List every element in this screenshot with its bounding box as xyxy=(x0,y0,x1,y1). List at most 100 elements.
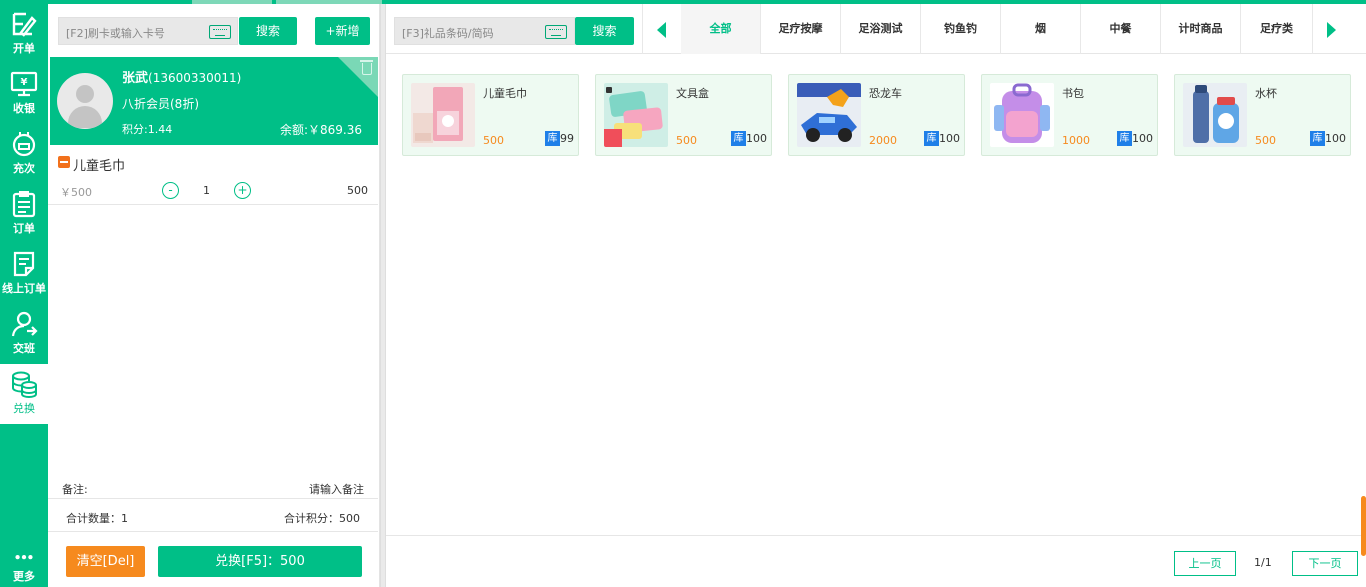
stock-tag: 库 xyxy=(545,131,560,146)
stock-count: 100 xyxy=(1325,132,1346,145)
sidebar-item-label: 充次 xyxy=(13,162,35,175)
product-search-placeholder: [F3]礼品条码/简码 xyxy=(402,27,494,40)
remark-row: 备注: 请输入备注 xyxy=(48,477,378,499)
divider xyxy=(642,4,643,54)
tab-foot-massage[interactable]: 足疗按摩 xyxy=(761,4,841,54)
towel-image xyxy=(411,83,475,147)
product-points: 1000 xyxy=(1062,134,1090,147)
decrease-qty-button[interactable]: - xyxy=(162,182,179,199)
product-name: 文具盒 xyxy=(676,87,709,100)
tab-cigarette[interactable]: 烟 xyxy=(1001,4,1081,54)
sidebar-item-label: 线上订单 xyxy=(2,282,46,295)
product-name: 恐龙车 xyxy=(869,87,902,100)
edit-icon xyxy=(12,12,37,37)
online-order-icon xyxy=(13,251,35,277)
total-qty: 合计数量：1 xyxy=(66,512,128,525)
product-search-input[interactable]: [F3]礼品条码/简码 xyxy=(394,17,575,45)
order-icon xyxy=(12,191,36,218)
card-corner xyxy=(338,57,378,97)
member-name: 张武 xyxy=(122,71,149,86)
backpack-image xyxy=(990,83,1054,147)
recharge-icon xyxy=(12,132,36,157)
sidebar-item-label: 交班 xyxy=(13,342,35,355)
sidebar-item-more[interactable]: 更多 xyxy=(0,544,48,587)
stock-badge: 库 100 xyxy=(731,131,767,147)
cart-item-qty[interactable]: 1 xyxy=(203,184,210,197)
member-card: 张武(13600330011) 八折会员(8折) 积分:1.44 余额:￥869… xyxy=(50,57,378,145)
add-member-button[interactable]: +新增 xyxy=(315,17,370,45)
shift-icon xyxy=(11,311,38,337)
product-points: 500 xyxy=(676,134,697,147)
product-name: 书包 xyxy=(1062,87,1084,100)
increase-qty-button[interactable]: + xyxy=(234,182,251,199)
cart-item-subtotal: 500 xyxy=(347,184,368,197)
stock-badge: 库 100 xyxy=(1117,131,1153,147)
tabs-next-arrow-icon[interactable] xyxy=(1327,22,1336,38)
cart-item: 儿童毛巾 ￥500 - 1 + 500 xyxy=(48,148,378,205)
tab-foot-care[interactable]: 足疗类 xyxy=(1241,4,1313,54)
sidebar-item-dingdan[interactable]: 订单 xyxy=(0,184,48,244)
keyboard-icon[interactable] xyxy=(209,25,231,39)
stock-tag: 库 xyxy=(924,131,939,146)
product-points: 500 xyxy=(1255,134,1276,147)
keyboard-icon[interactable] xyxy=(545,25,567,39)
total-points: 合计积分：500 xyxy=(284,512,360,525)
product-toolbar: [F3]礼品条码/简码 搜索 全部 足疗按摩 足浴测试 钓鱼钓 烟 中餐 计时商… xyxy=(386,4,1366,54)
member-phone: (13600330011) xyxy=(148,71,242,85)
scrollbar-thumb[interactable] xyxy=(1361,496,1366,556)
member-level: 八折会员(8折) xyxy=(122,97,199,111)
product-card[interactable]: 水杯 500 库 100 xyxy=(1174,74,1351,156)
sidebar-item-kaidan[interactable]: 开单 xyxy=(0,4,48,64)
product-card[interactable]: 文具盒 500 库 100 xyxy=(595,74,772,156)
stock-count: 100 xyxy=(1132,132,1153,145)
sidebar-nav: 开单 ¥ 收银 充次 订单 线上订单 交班 兑换 更多 xyxy=(0,4,48,587)
product-card[interactable]: 儿童毛巾 500 库 99 xyxy=(402,74,579,156)
sidebar-item-duihuan[interactable]: 兑换 xyxy=(0,364,48,424)
product-card[interactable]: 恐龙车 2000 库 100 xyxy=(788,74,965,156)
stock-count: 100 xyxy=(939,132,960,145)
clear-button[interactable]: 清空[Del] xyxy=(66,546,145,577)
member-name-line: 张武(13600330011) xyxy=(122,67,241,86)
product-name: 水杯 xyxy=(1255,87,1277,100)
product-card[interactable]: 书包 1000 库 100 xyxy=(981,74,1158,156)
tab-all[interactable]: 全部 xyxy=(681,4,761,54)
sidebar-item-shouyin[interactable]: ¥ 收银 xyxy=(0,64,48,124)
trash-icon[interactable] xyxy=(360,60,373,75)
product-points: 500 xyxy=(483,134,504,147)
remark-input[interactable]: 请输入备注 xyxy=(309,481,364,497)
stock-badge: 库 100 xyxy=(1310,131,1346,147)
gift-icon xyxy=(58,156,70,168)
more-icon xyxy=(15,555,33,560)
member-search-button[interactable]: 搜索 xyxy=(239,17,297,45)
sidebar-item-online-order[interactable]: 线上订单 xyxy=(0,244,48,304)
stock-badge: 库 99 xyxy=(545,131,574,147)
stock-count: 100 xyxy=(746,132,767,145)
stock-count: 99 xyxy=(560,132,574,145)
dinosaur-car-image xyxy=(797,83,861,147)
sidebar-item-jiaoban[interactable]: 交班 xyxy=(0,304,48,364)
tab-timed-goods[interactable]: 计时商品 xyxy=(1161,4,1241,54)
tabs-prev-arrow-icon[interactable] xyxy=(657,22,666,38)
sidebar-item-label: 收银 xyxy=(13,102,35,115)
member-search-input[interactable]: [F2]刷卡或输入卡号 xyxy=(58,17,238,45)
tab-chinese-food[interactable]: 中餐 xyxy=(1081,4,1161,54)
water-cup-image xyxy=(1183,83,1247,147)
cashier-icon: ¥ xyxy=(10,71,38,97)
sidebar-item-chongci[interactable]: 充次 xyxy=(0,124,48,184)
sidebar-item-label: 更多 xyxy=(13,570,35,583)
product-search-button[interactable]: 搜索 xyxy=(575,17,634,45)
stock-tag: 库 xyxy=(1310,131,1325,146)
product-points: 2000 xyxy=(869,134,897,147)
member-cart-panel: [F2]刷卡或输入卡号 搜索 +新增 张武(13600330011) 八折会员(… xyxy=(48,4,380,587)
member-search-placeholder: [F2]刷卡或输入卡号 xyxy=(66,27,165,40)
exchange-icon xyxy=(12,371,37,398)
tab-fishing[interactable]: 钓鱼钓 xyxy=(921,4,1001,54)
page-info: 1/1 xyxy=(1254,556,1272,569)
pagination-bar: 上一页 1/1 下一页 xyxy=(386,535,1366,587)
stock-badge: 库 100 xyxy=(924,131,960,147)
cart-item-price: ￥500 xyxy=(60,186,92,199)
exchange-button[interactable]: 兑换[F5]：500 xyxy=(158,546,362,577)
next-page-button[interactable]: 下一页 xyxy=(1292,551,1358,576)
tab-foot-bath-test[interactable]: 足浴测试 xyxy=(841,4,921,54)
prev-page-button[interactable]: 上一页 xyxy=(1174,551,1236,576)
